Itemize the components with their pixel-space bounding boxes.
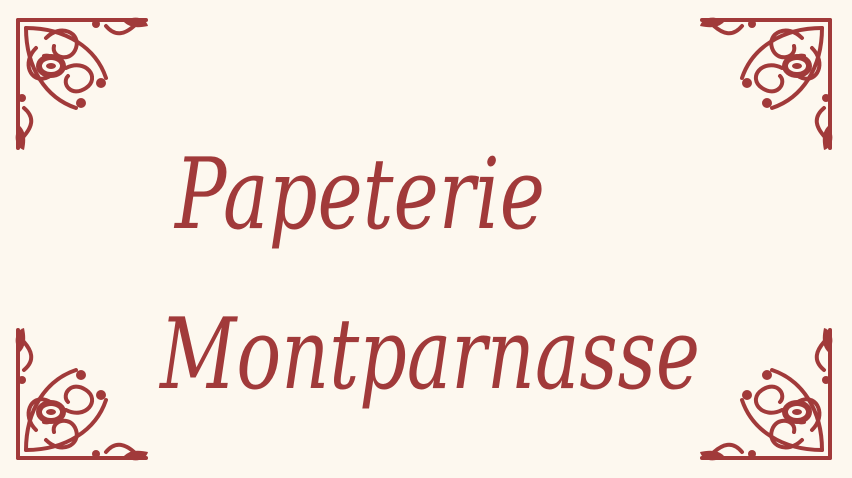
floral-corner-ornament-icon-bottom-left	[6, 320, 156, 470]
floral-corner-ornament-icon	[700, 328, 833, 461]
floral-corner-ornament-icon	[700, 17, 833, 150]
floral-corner-ornament-icon-top-right	[692, 8, 842, 158]
floral-corner-ornament-icon	[15, 328, 148, 461]
sign-title-line-1: Papeterie	[173, 138, 545, 252]
sign-title-line-2: Montparnasse	[158, 298, 700, 412]
sign-card: Papeterie Montparnasse	[0, 0, 852, 478]
floral-corner-ornament-icon-bottom-right	[692, 320, 842, 470]
floral-corner-ornament-icon-top-left	[6, 8, 156, 158]
floral-corner-ornament-icon	[15, 17, 148, 150]
